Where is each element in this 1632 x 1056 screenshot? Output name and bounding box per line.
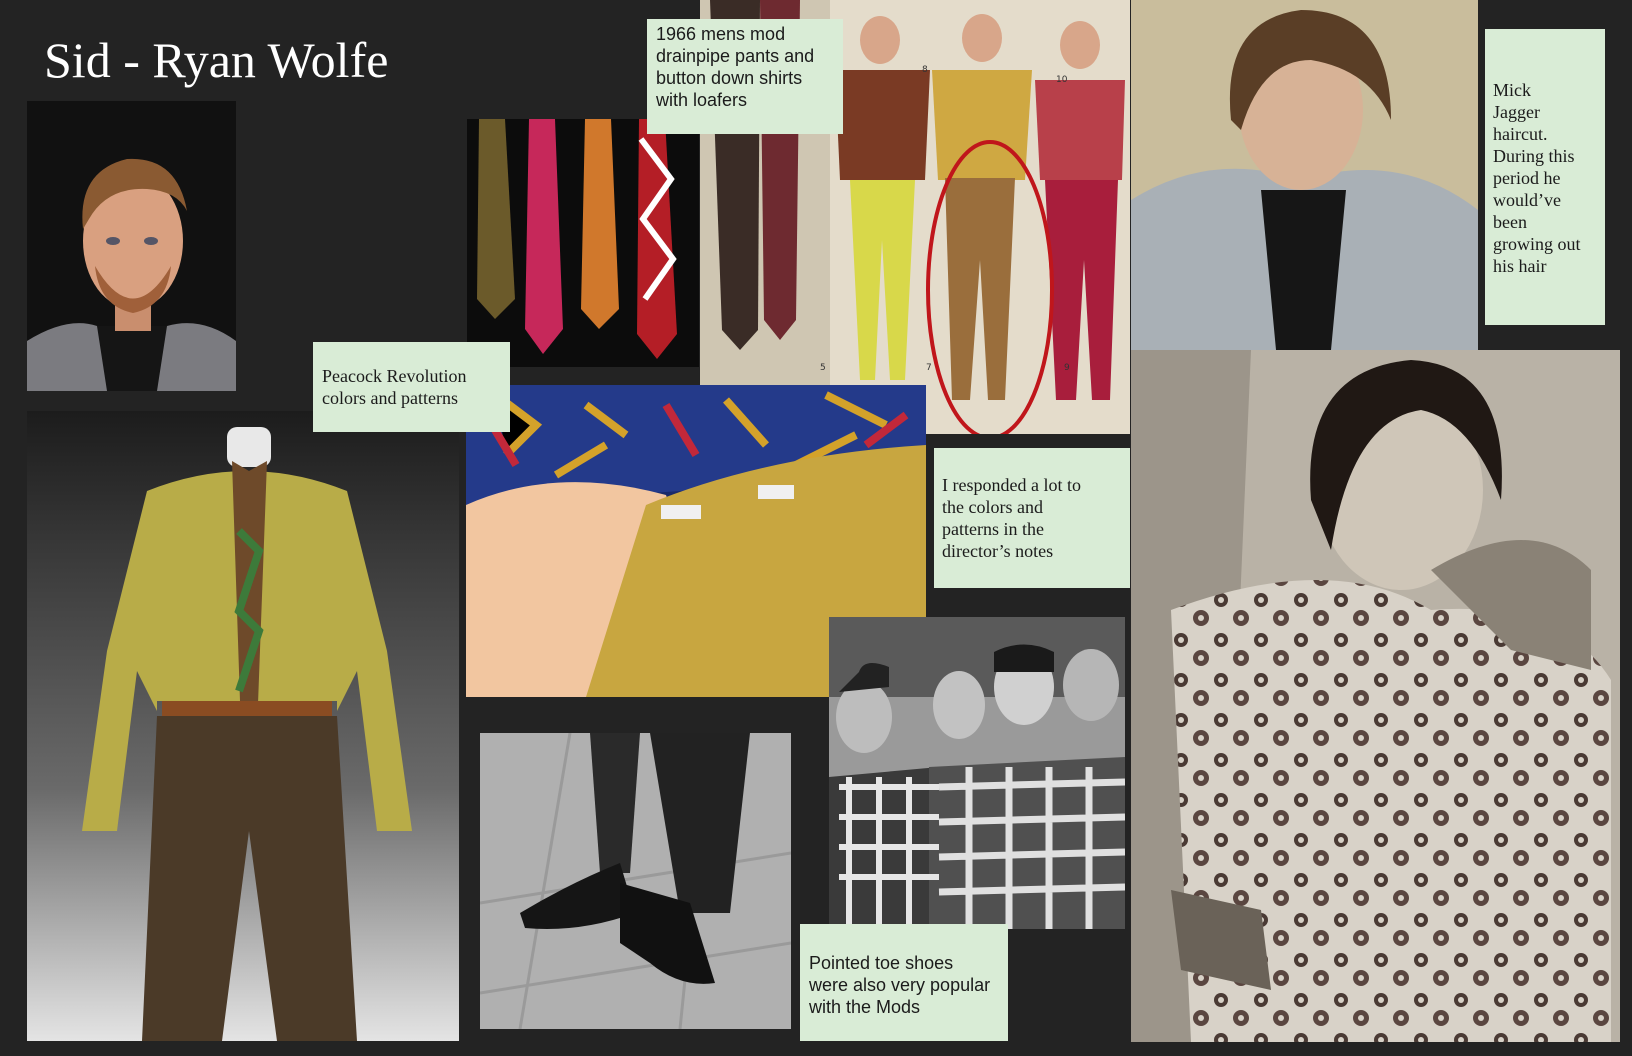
pointed-shoes-note-text: Pointed toe shoes were also very popular… (809, 953, 991, 1017)
pointed-shoes-note: Pointed toe shoes were also very popular… (800, 924, 1008, 1041)
mod-pants-note-text: 1966 mens mod drainpipe pants and button… (656, 24, 815, 110)
paisley-shirt-mannequin-photo (27, 411, 459, 1041)
patterned-ties-photo (467, 119, 699, 367)
catalog-number-8: 8 (922, 65, 928, 75)
mick-jagger-haircut-note: Mick Jagger haircut. During this period … (1485, 29, 1605, 325)
mod-band-photo (829, 617, 1125, 929)
catalog-number-5: 5 (820, 363, 826, 373)
mick-jagger-haircut-note-text: Mick Jagger haircut. During this period … (1493, 80, 1581, 276)
slide-title: Sid - Ryan Wolfe (44, 32, 389, 88)
mod-pants-note: 1966 mens mod drainpipe pants and button… (647, 19, 843, 134)
actor-headshot-photo (27, 101, 236, 391)
director-notes-note: I responded a lot to the colors and patt… (934, 448, 1130, 588)
catalog-number-10: 10 (1056, 75, 1068, 85)
catalog-number-9: 9 (1064, 363, 1070, 373)
director-notes-note-text: I responded a lot to the colors and patt… (942, 475, 1081, 561)
floral-shirt-mod-photo (1131, 350, 1620, 1042)
mick-jagger-photo (1131, 0, 1478, 350)
catalog-number-7: 7 (926, 363, 932, 373)
peacock-revolution-note: Peacock Revolution colors and patterns (313, 342, 510, 432)
peacock-revolution-note-text: Peacock Revolution colors and patterns (322, 366, 467, 408)
pointed-shoes-photo (480, 733, 791, 1029)
